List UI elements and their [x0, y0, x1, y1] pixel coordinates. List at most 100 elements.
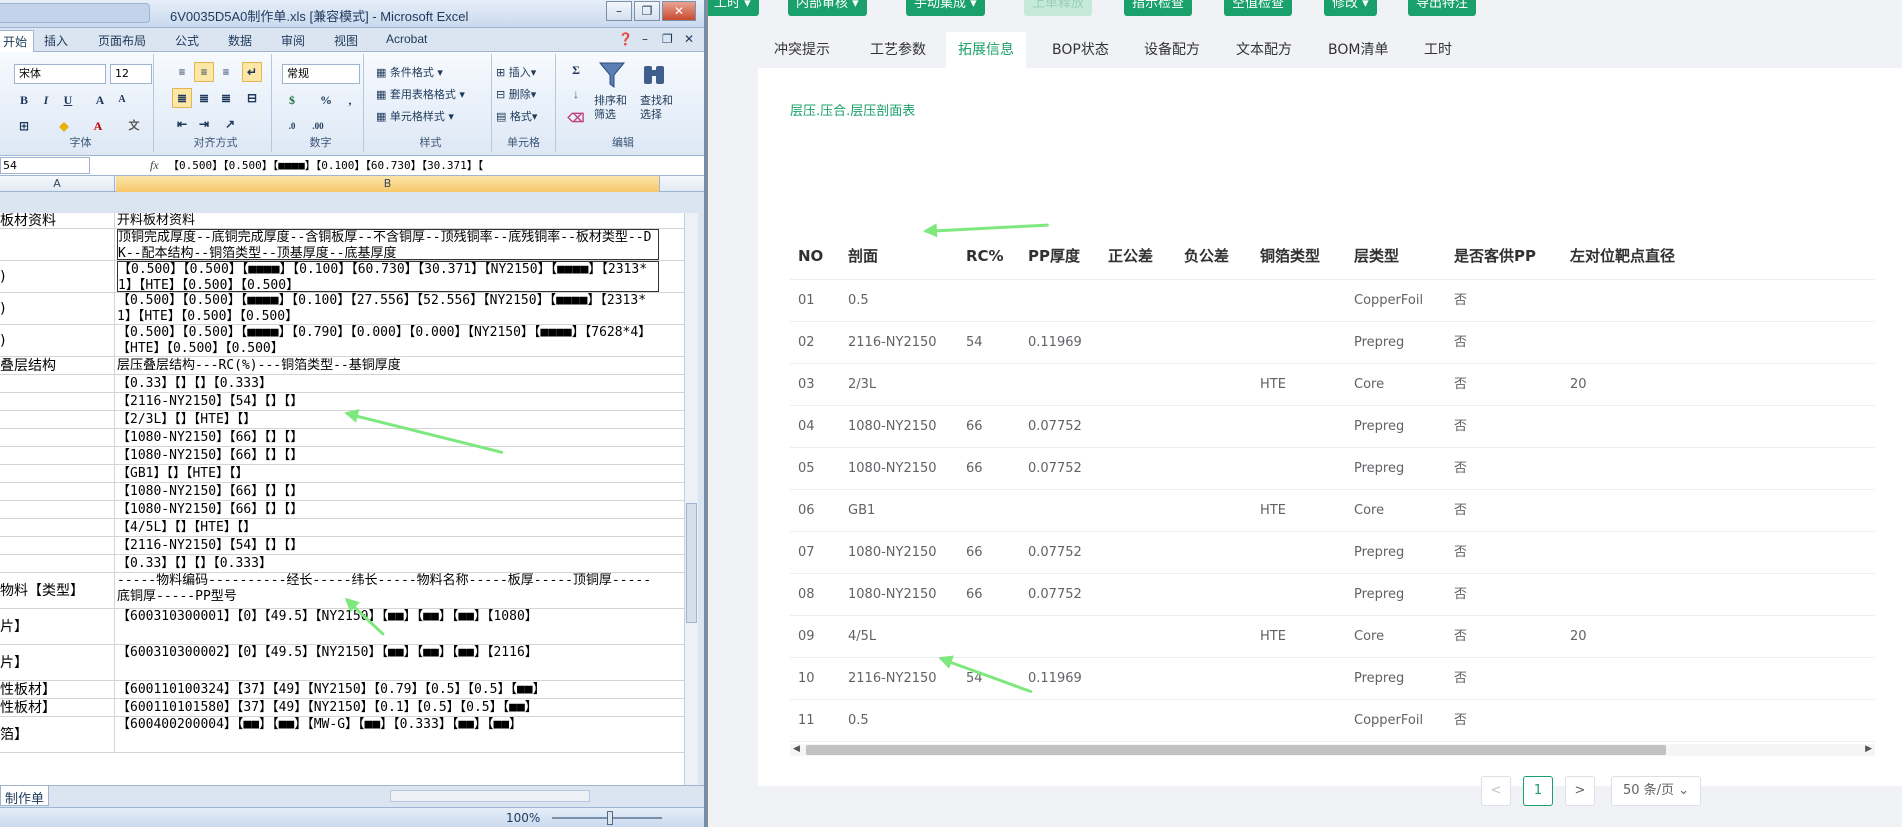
- column-header-cell[interactable]: 铜箔类型: [1260, 232, 1320, 280]
- cell-b[interactable]: 顶铜完成厚度--底铜完成厚度--含铜板厚--不含铜厚--顶残铜率--底残铜率--…: [117, 229, 659, 260]
- table-format-button[interactable]: ▦ 套用表格格式 ▾: [376, 86, 465, 102]
- tab-work-hours[interactable]: 工时: [1412, 32, 1464, 68]
- sort-filter-icon[interactable]: [596, 60, 628, 90]
- cell-b[interactable]: 层压叠层结构---RC(%)---铜箔类型--基铜厚度: [117, 357, 659, 374]
- tab-bom-list[interactable]: BOM清单: [1316, 32, 1400, 68]
- comma-button[interactable]: ,: [340, 90, 360, 110]
- column-header-cell[interactable]: 左对位靶点直径: [1570, 232, 1675, 280]
- ribbon-restore-icon[interactable]: ❐: [662, 32, 673, 46]
- cell-b[interactable]: 【600110100324】【37】【49】【NY2150】【0.79】【0.5…: [117, 681, 659, 698]
- tab-page-layout[interactable]: 页面布局: [98, 32, 146, 49]
- sheet-row[interactable]: 性板材】 【600110101580】【37】【49】【NY2150】【0.1】【…: [0, 699, 690, 717]
- decrease-indent-icon[interactable]: ⇤: [172, 114, 192, 134]
- cell-a[interactable]: [0, 537, 115, 554]
- sheet-row[interactable]: 【1080-NY2150】【66】【】【】: [0, 447, 690, 465]
- cell-a[interactable]: [0, 375, 115, 392]
- percent-button[interactable]: %: [316, 90, 336, 110]
- worksheet-grid[interactable]: 板材资料 开料板材资料 顶铜完成厚度--底铜完成厚度--含铜板厚--不含铜厚--顶残…: [0, 213, 690, 785]
- column-header-cell[interactable]: 正公差: [1108, 232, 1153, 280]
- tab-home[interactable]: 开始: [0, 30, 35, 52]
- tab-process-params[interactable]: 工艺参数: [858, 32, 938, 68]
- table-row[interactable]: 09 4/5L HTE Core 否 20: [790, 616, 1875, 658]
- decrease-decimal-icon[interactable]: .00: [308, 116, 328, 136]
- format-cells-button[interactable]: ▤ 格式▾: [496, 108, 537, 124]
- sheet-row[interactable]: 【2116-NY2150】【54】【】【】: [0, 537, 690, 555]
- tab-extended-info[interactable]: 拓展信息: [946, 32, 1026, 68]
- scroll-right-icon[interactable]: ▶: [1865, 744, 1872, 754]
- insert-cells-button[interactable]: ⊞ 插入▾: [496, 64, 536, 80]
- align-right-icon[interactable]: ≣: [216, 88, 236, 108]
- scroll-thumb[interactable]: [806, 745, 1666, 755]
- toolbar-button-manual-integration[interactable]: 手动集成 ▾: [906, 0, 985, 16]
- cell-a[interactable]: 板材资料: [0, 213, 115, 228]
- page-1-button[interactable]: 1: [1523, 776, 1553, 806]
- next-page-button[interactable]: >: [1565, 776, 1595, 806]
- toolbar-button-internal-review[interactable]: 内部审核 ▾: [788, 0, 867, 16]
- ribbon-close-icon[interactable]: ✕: [684, 32, 694, 46]
- cell-a[interactable]: 片】: [0, 609, 115, 644]
- increase-decimal-icon[interactable]: .0: [282, 116, 302, 136]
- table-row[interactable]: 01 0.5 CopperFoil 否: [790, 280, 1875, 322]
- sheet-row[interactable]: ) 【0.500】【0.500】【■■■■】【0.100】【60.730】【30.…: [0, 261, 690, 293]
- align-center-icon[interactable]: ≣: [194, 88, 214, 108]
- toolbar-button-modify[interactable]: 修改 ▾: [1324, 0, 1377, 16]
- page-size-select[interactable]: 50 条/页 ⌄: [1611, 776, 1701, 806]
- cell-b[interactable]: 【4/5L】【】【HTE】【】: [117, 519, 659, 536]
- cell-a[interactable]: 性板材】: [0, 699, 115, 716]
- sheet-row[interactable]: 【1080-NY2150】【66】【】【】: [0, 429, 690, 447]
- phonetic-icon[interactable]: 文: [124, 116, 144, 136]
- sheet-row[interactable]: 性板材】 【600110100324】【37】【49】【NY2150】【0.79】…: [0, 681, 690, 699]
- orientation-icon[interactable]: ↗: [220, 114, 240, 134]
- cell-b[interactable]: 开料板材资料: [117, 213, 659, 228]
- tab-text-recipe[interactable]: 文本配方: [1224, 32, 1304, 68]
- align-bottom-icon[interactable]: ≡: [216, 62, 236, 82]
- help-icon[interactable]: ❓: [618, 32, 633, 46]
- number-format-box[interactable]: 常规: [282, 64, 360, 84]
- column-header-cell[interactable]: 是否客供PP: [1454, 232, 1536, 280]
- column-header-cell[interactable]: 剖面: [848, 232, 878, 280]
- sheet-row[interactable]: 【0.33】【】【】【0.333】: [0, 375, 690, 393]
- toolbar-button-export-notes[interactable]: 导出特注: [1408, 0, 1477, 16]
- cell-a[interactable]: 片】: [0, 645, 115, 680]
- cell-b[interactable]: 【600310300002】【0】【49.5】【NY2150】【■■】【■■】【…: [117, 645, 659, 680]
- vertical-scrollbar[interactable]: [684, 213, 698, 785]
- sort-filter-label[interactable]: 排序和 筛选: [594, 94, 627, 122]
- sheet-tab[interactable]: 制作单: [0, 786, 50, 807]
- tab-insert[interactable]: 插入: [44, 32, 68, 49]
- cell-b[interactable]: 【GB1】【】【HTE】【】: [117, 465, 659, 482]
- font-name-box[interactable]: 宋体: [14, 64, 106, 84]
- table-row[interactable]: 03 2/3L HTE Core 否 20: [790, 364, 1875, 406]
- scroll-left-icon[interactable]: ◀: [793, 744, 800, 754]
- sheet-row[interactable]: 板材资料 开料板材资料: [0, 213, 690, 229]
- align-middle-icon[interactable]: ≡: [194, 62, 214, 82]
- column-header-cell[interactable]: RC%: [966, 232, 1004, 280]
- cell-a[interactable]: ): [0, 293, 115, 324]
- delete-cells-button[interactable]: ⊟ 删除▾: [496, 86, 536, 102]
- find-select-label[interactable]: 查找和 选择: [640, 94, 673, 122]
- sheet-row[interactable]: 片】 【600310300002】【0】【49.5】【NY2150】【■■】【■■…: [0, 645, 690, 681]
- decrease-font-button[interactable]: A: [112, 90, 132, 110]
- autosum-icon[interactable]: Σ: [566, 60, 586, 80]
- column-header-cell[interactable]: 负公差: [1184, 232, 1229, 280]
- table-row[interactable]: 04 1080-NY2150 66 0.07752 Prepreg 否: [790, 406, 1875, 448]
- conditional-format-button[interactable]: ▦ 条件格式 ▾: [376, 64, 443, 80]
- increase-indent-icon[interactable]: ⇥: [194, 114, 214, 134]
- cell-b[interactable]: 【0.33】【】【】【0.333】: [117, 375, 659, 392]
- italic-button[interactable]: I: [36, 90, 56, 110]
- wrap-text-icon[interactable]: ↵: [242, 62, 262, 82]
- borders-icon[interactable]: ⊞: [14, 116, 34, 136]
- cell-b[interactable]: 【600110101580】【37】【49】【NY2150】【0.1】【0.5】…: [117, 699, 659, 716]
- cell-b[interactable]: 【0.500】【0.500】【■■■■】【0.100】【60.730】【30.3…: [117, 261, 659, 292]
- toolbar-button-work-hours[interactable]: 工时 ▾: [708, 0, 759, 16]
- tab-view[interactable]: 视图: [334, 32, 358, 49]
- underline-button[interactable]: U: [58, 90, 78, 110]
- toolbar-button-release[interactable]: 上单释放: [1024, 0, 1093, 16]
- table-horizontal-scrollbar[interactable]: ◀ ▶: [790, 744, 1875, 756]
- sheet-row[interactable]: 片】 【600310300001】【0】【49.5】【NY2150】【■■】【■■…: [0, 609, 690, 645]
- cell-b[interactable]: 【600310300001】【0】【49.5】【NY2150】【■■】【■■】【…: [117, 609, 659, 644]
- clear-icon[interactable]: ⌫: [566, 108, 586, 128]
- currency-icon[interactable]: $: [282, 90, 302, 110]
- sheet-row[interactable]: 箔】 【600400200004】【■■】【■■】【MW-G】【■■】【0.333…: [0, 717, 690, 753]
- quick-access-toolbar[interactable]: [0, 3, 150, 23]
- scroll-thumb[interactable]: [686, 503, 697, 623]
